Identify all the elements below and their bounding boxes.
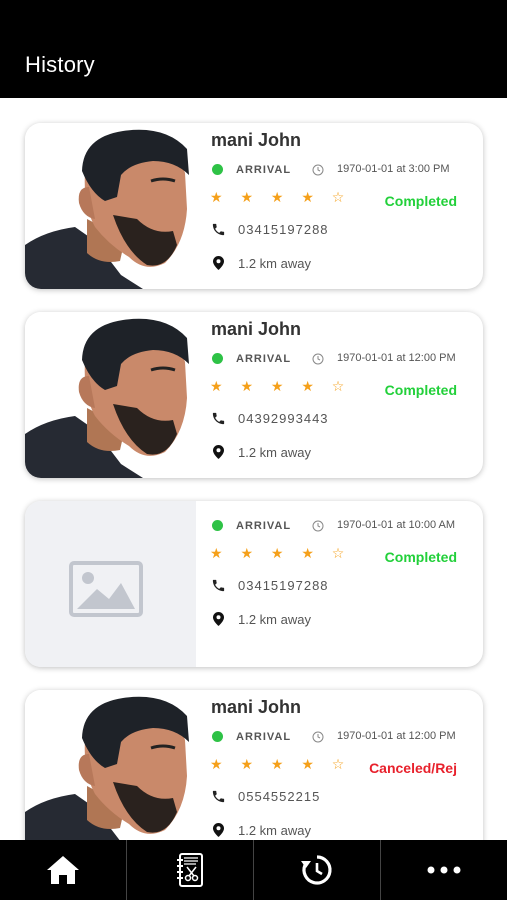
distance-label: 1.2 km away bbox=[238, 256, 311, 271]
booking-datetime: 1970-01-01 at 12:00 PM bbox=[337, 730, 456, 742]
image-placeholder-icon bbox=[69, 561, 143, 617]
history-card[interactable]: mani John ARRIVAL 1970-01-01 at 3:00 PM … bbox=[25, 123, 483, 289]
status-dot-icon bbox=[212, 731, 223, 742]
page-title: History bbox=[25, 52, 95, 77]
customer-name: mani John bbox=[211, 319, 302, 339]
rating-stars: ★ ★ ★ ★ ☆ bbox=[210, 756, 352, 772]
phone-number[interactable]: 03415197288 bbox=[238, 578, 329, 593]
clock-icon bbox=[312, 164, 324, 176]
status-dot-icon bbox=[212, 353, 223, 364]
rating-stars: ★ ★ ★ ★ ☆ bbox=[210, 189, 352, 205]
app-header: History bbox=[0, 0, 507, 98]
rating-stars: ★ ★ ★ ★ ☆ bbox=[210, 545, 352, 561]
status-label: Completed bbox=[384, 382, 457, 398]
status-label: Completed bbox=[384, 193, 457, 209]
trip-type: ARRIVAL bbox=[236, 520, 292, 532]
distance-label: 1.2 km away bbox=[238, 823, 311, 838]
location-pin-icon bbox=[213, 256, 224, 270]
notebook-scissors-icon bbox=[177, 853, 203, 887]
clock-icon bbox=[312, 731, 324, 743]
booking-datetime: 1970-01-01 at 3:00 PM bbox=[337, 163, 450, 175]
tab-home[interactable] bbox=[0, 840, 127, 900]
history-card[interactable]: ARRIVAL 1970-01-01 at 10:00 AM ★ ★ ★ ★ ☆… bbox=[25, 501, 483, 667]
history-card[interactable]: mani John ARRIVAL 1970-01-01 at 12:00 PM… bbox=[25, 690, 483, 840]
history-list[interactable]: mani John ARRIVAL 1970-01-01 at 3:00 PM … bbox=[0, 98, 507, 840]
status-dot-icon bbox=[212, 164, 223, 175]
phone-number[interactable]: 0554552215 bbox=[238, 789, 320, 804]
history-icon bbox=[301, 855, 332, 885]
phone-icon bbox=[212, 790, 225, 803]
clock-icon bbox=[312, 520, 324, 532]
phone-number[interactable]: 03415197288 bbox=[238, 222, 329, 237]
customer-photo-placeholder bbox=[25, 501, 196, 667]
status-label: Completed bbox=[384, 549, 457, 565]
clock-icon bbox=[312, 353, 324, 365]
history-card[interactable]: mani John ARRIVAL 1970-01-01 at 12:00 PM… bbox=[25, 312, 483, 478]
tab-services[interactable] bbox=[127, 840, 254, 900]
phone-number[interactable]: 04392993443 bbox=[238, 411, 329, 426]
customer-name: mani John bbox=[211, 697, 302, 717]
rating-stars: ★ ★ ★ ★ ☆ bbox=[210, 378, 352, 394]
phone-icon bbox=[212, 412, 225, 425]
booking-datetime: 1970-01-01 at 12:00 PM bbox=[337, 352, 456, 364]
customer-photo bbox=[25, 123, 196, 289]
location-pin-icon bbox=[213, 612, 224, 626]
status-dot-icon bbox=[212, 520, 223, 531]
phone-icon bbox=[212, 579, 225, 592]
status-label: Canceled/Rej bbox=[369, 760, 457, 776]
history-screen: History mani John ARRIVAL 1970-01-01 at … bbox=[0, 0, 507, 900]
trip-type: ARRIVAL bbox=[236, 164, 292, 176]
location-pin-icon bbox=[213, 823, 224, 837]
trip-type: ARRIVAL bbox=[236, 353, 292, 365]
trip-type: ARRIVAL bbox=[236, 731, 292, 743]
customer-photo bbox=[25, 312, 196, 478]
more-icon bbox=[427, 866, 461, 874]
customer-name: mani John bbox=[211, 130, 302, 150]
location-pin-icon bbox=[213, 445, 224, 459]
booking-datetime: 1970-01-01 at 10:00 AM bbox=[337, 519, 456, 531]
customer-photo bbox=[25, 690, 196, 840]
tab-history[interactable] bbox=[254, 840, 381, 900]
phone-icon bbox=[212, 223, 225, 236]
home-icon bbox=[47, 856, 79, 884]
distance-label: 1.2 km away bbox=[238, 445, 311, 460]
bottom-tab-bar bbox=[0, 840, 507, 900]
tab-more[interactable] bbox=[381, 840, 507, 900]
distance-label: 1.2 km away bbox=[238, 612, 311, 627]
